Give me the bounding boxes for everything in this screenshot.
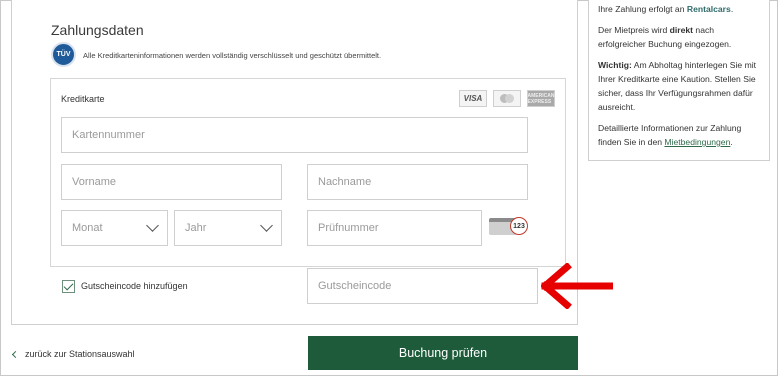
voucher-code-field[interactable]: Gutscheincode <box>307 268 538 304</box>
secure-note: Alle Kreditkarteninformationen werden vo… <box>83 51 382 60</box>
cvv-icon-number: 123 <box>510 217 528 235</box>
info-deposit-bold: Wichtig: <box>598 60 632 70</box>
chevron-left-icon <box>11 350 20 358</box>
info-terms: Detaillierte Informationen zur Zahlung f… <box>598 121 764 149</box>
year-select[interactable]: Jahr <box>174 210 282 246</box>
cvv-card-icon: 123 <box>489 215 528 237</box>
lastname-field[interactable]: Nachname <box>307 164 528 200</box>
lastname-placeholder: Nachname <box>318 176 372 188</box>
firstname-field[interactable]: Vorname <box>61 164 282 200</box>
visa-logo-icon: VISA <box>459 90 487 107</box>
payment-title: Zahlungsdaten <box>51 22 144 38</box>
back-link[interactable]: zurück zur Stationsauswahl <box>11 349 135 359</box>
firstname-placeholder: Vorname <box>72 176 117 188</box>
voucher-checkbox-label[interactable]: Gutscheincode hinzufügen <box>81 281 188 291</box>
info-deposit: Wichtig: Am Abholtag hinterlegen Sie mit… <box>598 58 764 114</box>
amex-logo-icon: AMERICAN EXPRESS <box>527 90 555 107</box>
chevron-down-icon <box>146 219 159 232</box>
tuv-seal-icon: TÜV <box>51 42 76 67</box>
card-number-field[interactable]: Kartennummer <box>61 117 528 153</box>
info-payee-end: . <box>730 4 734 14</box>
card-number-placeholder: Kartennummer <box>72 129 145 141</box>
red-arrow-icon <box>541 263 613 309</box>
info-terms-end: . <box>730 137 733 147</box>
credit-card-label: Kreditkarte <box>61 94 105 104</box>
cvv-placeholder: Prüfnummer <box>318 222 379 234</box>
rentalcars-brand: Rentalcars <box>686 4 731 14</box>
info-payee: Ihre Zahlung erfolgt an Rentalcars. <box>598 2 764 16</box>
rental-terms-link[interactable]: Mietbedingungen <box>664 137 730 147</box>
info-charge-text-a: Der Mietpreis wird <box>598 25 670 35</box>
voucher-code-placeholder: Gutscheincode <box>318 280 392 292</box>
info-charge-bold: direkt <box>669 25 694 35</box>
year-placeholder: Jahr <box>185 222 207 234</box>
chevron-down-icon <box>260 219 273 232</box>
card-logos: VISA AMERICAN EXPRESS <box>459 90 555 107</box>
month-placeholder: Monat <box>72 222 103 234</box>
cvv-field[interactable]: Prüfnummer <box>307 210 482 246</box>
month-select[interactable]: Monat <box>61 210 168 246</box>
info-charge: Der Mietpreis wird direkt nach erfolgrei… <box>598 23 764 51</box>
info-payee-text: Ihre Zahlung erfolgt an <box>598 4 687 14</box>
mastercard-logo-icon <box>493 90 521 107</box>
submit-booking-button[interactable]: Buchung prüfen <box>308 336 578 370</box>
payment-info-box: Ihre Zahlung erfolgt an Rentalcars. Der … <box>588 0 770 161</box>
voucher-checkbox[interactable] <box>62 280 75 293</box>
back-link-label: zurück zur Stationsauswahl <box>25 349 135 359</box>
